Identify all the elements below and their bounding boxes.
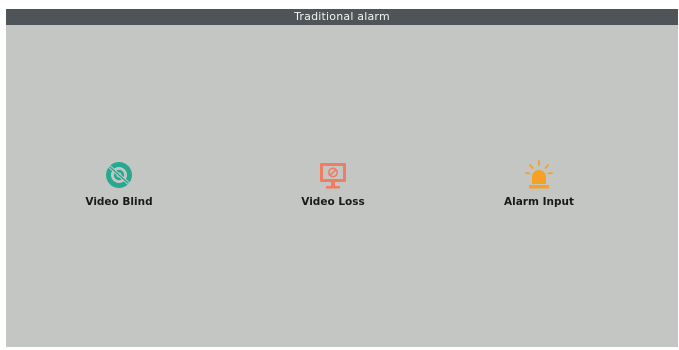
video-loss-label: Video Loss — [301, 196, 365, 208]
eye-blocked-icon — [106, 162, 132, 188]
video-blind-button[interactable]: Video Blind — [59, 159, 179, 215]
alarm-input-button[interactable]: Alarm Input — [479, 159, 599, 215]
alarm-input-label: Alarm Input — [504, 196, 574, 208]
monitor-no-signal-icon — [320, 163, 346, 189]
window-title: Traditional alarm — [6, 9, 678, 25]
video-loss-button[interactable]: Video Loss — [273, 159, 393, 215]
alarm-siren-icon — [525, 160, 553, 189]
traditional-alarm-window: Traditional alarm Video Blind Video Loss… — [6, 9, 678, 347]
alarm-type-list: Video Blind Video Loss Alarm Input — [6, 159, 678, 219]
video-blind-label: Video Blind — [85, 196, 153, 208]
